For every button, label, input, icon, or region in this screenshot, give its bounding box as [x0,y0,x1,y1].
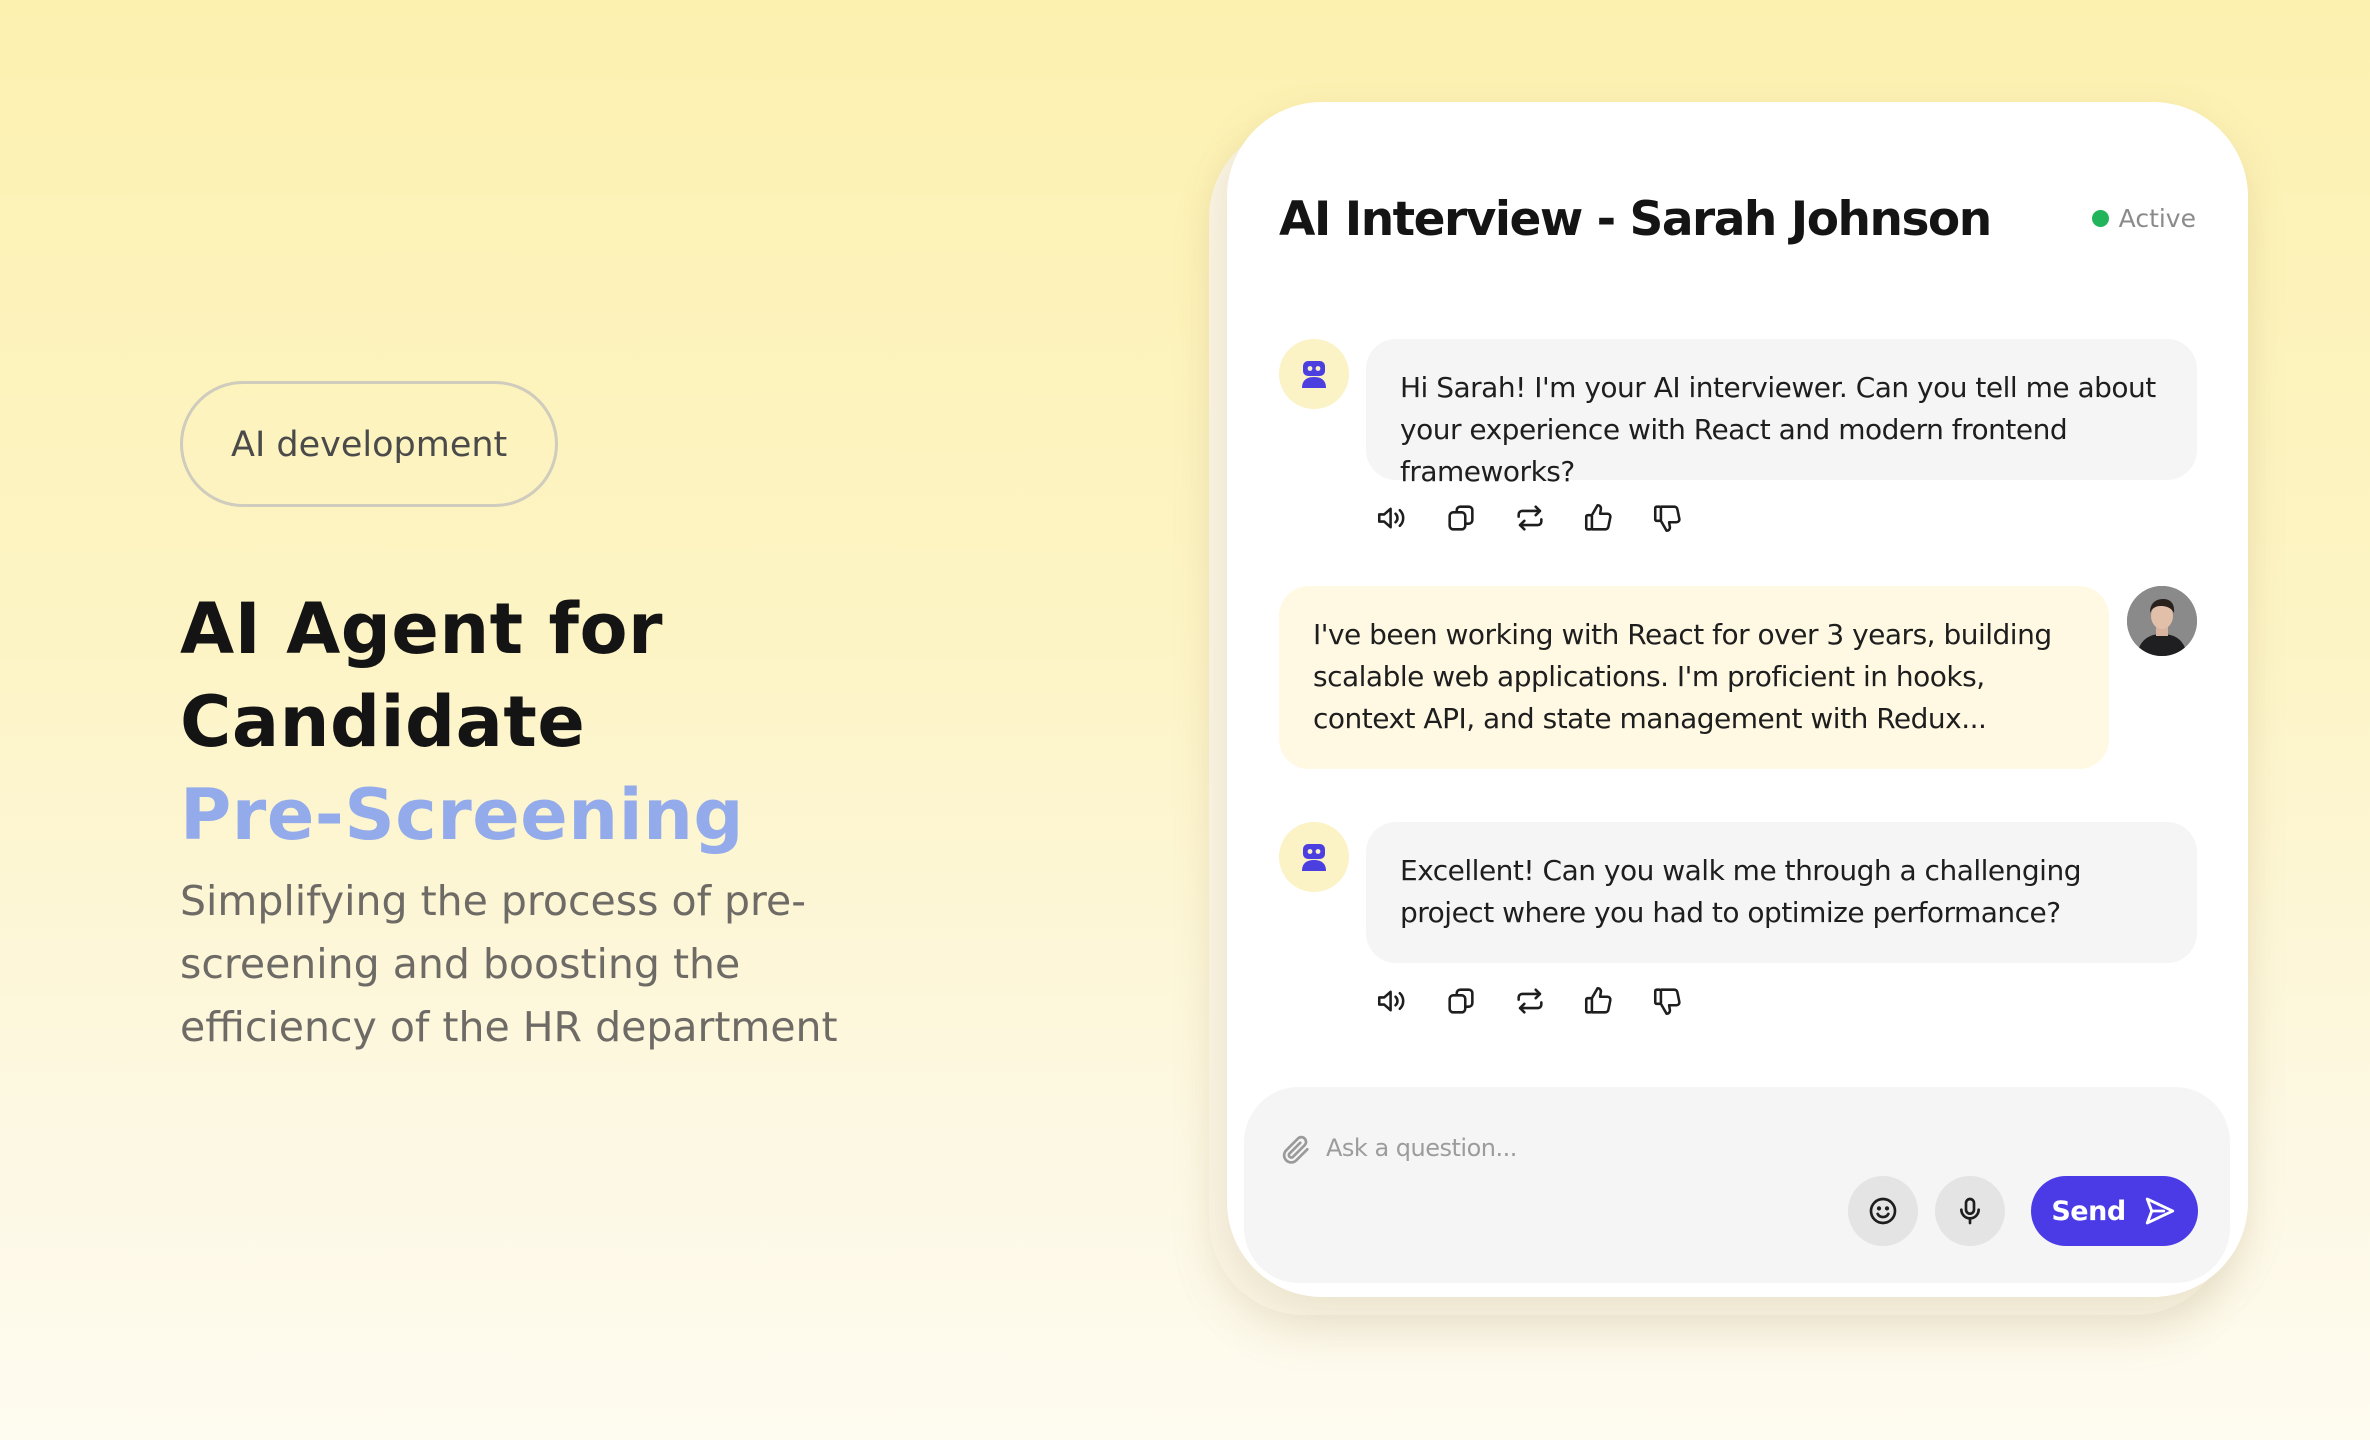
hero-title: AI Agent for Candidate Pre-Screening [180,583,940,862]
status-dot [2091,210,2109,227]
user-avatar [2127,586,2197,656]
microphone-icon [1960,1197,1980,1225]
chat-window: AI Interview - Sarah Johnson Active Hi S… [1227,102,2248,1297]
send-icon [2145,1197,2174,1225]
user-message-bubble: I've been working with React for over 3 … [1279,586,2109,769]
category-tag: AI development [180,381,559,507]
hero-title-line-2: Candidate [180,681,586,763]
regenerate-icon[interactable] [1512,983,1548,1019]
ai-message-bubble: Hi Sarah! I'm your AI interviewer. Can y… [1366,339,2197,488]
speaker-icon[interactable] [1374,500,1410,536]
thumbs-down-icon[interactable] [1650,500,1686,536]
copy-icon[interactable] [1443,500,1479,536]
send-label: Send [2051,1195,2126,1227]
message-actions [1374,500,1686,536]
hero-title-line-1: AI Agent for [180,588,664,670]
thumbs-up-icon[interactable] [1581,983,1617,1019]
status-label: Active [2118,204,2196,233]
copy-icon[interactable] [1443,983,1479,1019]
ai-avatar [1279,339,1349,409]
hero-subtitle: Simplifying the process of pre-screening… [180,877,838,1051]
emoji-button[interactable] [1848,1176,1918,1246]
ai-avatar [1279,822,1349,892]
speaker-icon[interactable] [1374,983,1410,1019]
message-composer: Send [1244,1087,2230,1283]
smiley-icon [1869,1197,1897,1225]
hero-section: AI development AI Agent for Candidate Pr… [180,381,940,1059]
chat-title: AI Interview - Sarah Johnson [1279,192,1992,247]
user-portrait-icon [2127,586,2197,656]
robot-icon [1302,844,1326,871]
regenerate-icon[interactable] [1512,500,1548,536]
question-input[interactable] [1324,1125,1828,1171]
thumbs-down-icon[interactable] [1650,983,1686,1019]
hero-title-accent: Pre-Screening [180,774,745,856]
message-actions [1374,983,1686,1019]
thumbs-up-icon[interactable] [1581,500,1617,536]
ai-message-bubble: Excellent! Can you walk me through a cha… [1366,822,2197,963]
paperclip-icon[interactable] [1279,1133,1313,1167]
robot-icon [1302,361,1326,388]
status-badge: Active [2091,204,2196,233]
send-button[interactable]: Send [2031,1176,2198,1246]
microphone-button[interactable] [1935,1176,2005,1246]
